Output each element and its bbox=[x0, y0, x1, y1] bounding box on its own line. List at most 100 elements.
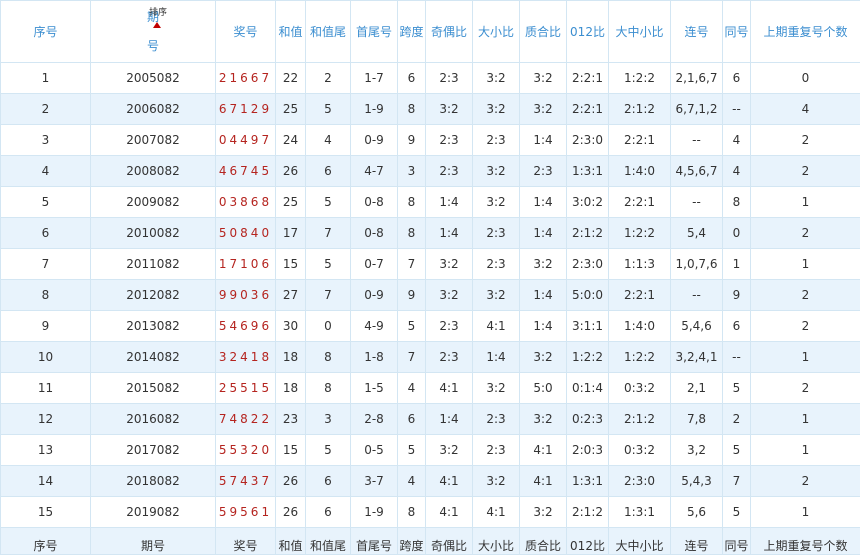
cell-seq: 15 bbox=[0, 496, 91, 528]
footer-draw: 奖号 bbox=[215, 527, 276, 555]
cell-big-mid-small: 2:3:0 bbox=[608, 465, 671, 497]
cell-sum-tail: 4 bbox=[305, 124, 351, 156]
cell-consecutive: 5,4 bbox=[670, 217, 723, 249]
table-row: 7 2011082 17106 15 5 0-7 7 3:2 2:3 3:2 2:3:0 1:1:3 1… bbox=[0, 248, 860, 280]
cell-ratio012: 3:0:2 bbox=[566, 186, 609, 218]
cell-big-small: 4:1 bbox=[472, 310, 520, 342]
lottery-history-table: 序号 期 号 排序 奖号 和值 和值尾 首尾号 跨度 奇偶比 大小比 质合比 0… bbox=[0, 0, 860, 555]
cell-big-mid-small: 2:1:2 bbox=[608, 403, 671, 435]
footer-consecutive: 连号 bbox=[670, 527, 723, 555]
cell-repeat-prev: 1 bbox=[750, 186, 860, 218]
cell-span: 5 bbox=[397, 310, 426, 342]
cell-prime-comp: 1:4 bbox=[519, 186, 567, 218]
cell-issue: 2005082 bbox=[90, 62, 216, 94]
cell-big-mid-small: 1:3:1 bbox=[608, 496, 671, 528]
cell-draw: 55320 bbox=[215, 434, 276, 466]
col-header-repeat-prev: 上期重复号个数 bbox=[750, 0, 860, 63]
table-footer-row: 序号 期号 奖号 和值 和值尾 首尾号 跨度 奇偶比 大小比 质合比 012比 … bbox=[0, 527, 860, 555]
cell-big-small: 2:3 bbox=[472, 434, 520, 466]
cell-repeat-prev: 1 bbox=[750, 496, 860, 528]
table-row: 4 2008082 46745 26 6 4-7 3 2:3 3:2 2:3 1:3:1 1:4:0 4… bbox=[0, 155, 860, 187]
cell-first-last: 3-7 bbox=[350, 465, 398, 497]
col-header-same: 同号 bbox=[722, 0, 751, 63]
cell-same: 2 bbox=[722, 403, 751, 435]
cell-seq: 7 bbox=[0, 248, 91, 280]
cell-same: 6 bbox=[722, 62, 751, 94]
cell-big-small: 2:3 bbox=[472, 124, 520, 156]
cell-same: 5 bbox=[722, 496, 751, 528]
table-header-row: 序号 期 号 排序 奖号 和值 和值尾 首尾号 跨度 奇偶比 大小比 质合比 0… bbox=[0, 0, 860, 63]
cell-draw: 67129 bbox=[215, 93, 276, 125]
cell-ratio012: 5:0:0 bbox=[566, 279, 609, 311]
footer-sum: 和值 bbox=[275, 527, 306, 555]
cell-big-small: 2:3 bbox=[472, 217, 520, 249]
cell-issue: 2008082 bbox=[90, 155, 216, 187]
cell-big-mid-small: 2:1:2 bbox=[608, 93, 671, 125]
cell-first-last: 1-9 bbox=[350, 496, 398, 528]
cell-sum: 30 bbox=[275, 310, 306, 342]
cell-seq: 11 bbox=[0, 372, 91, 404]
cell-seq: 5 bbox=[0, 186, 91, 218]
cell-ratio012: 3:1:1 bbox=[566, 310, 609, 342]
sort-link[interactable]: 排序 bbox=[149, 8, 167, 19]
table-row: 11 2015082 25515 18 8 1-5 4 4:1 3:2 5:0 0:1:4 0:3:2… bbox=[0, 372, 860, 404]
table-row: 13 2017082 55320 15 5 0-5 5 3:2 2:3 4:1 2:0:3 0:3:2… bbox=[0, 434, 860, 466]
cell-sum-tail: 6 bbox=[305, 465, 351, 497]
cell-odd-even: 1:4 bbox=[425, 186, 473, 218]
cell-big-mid-small: 1:4:0 bbox=[608, 310, 671, 342]
cell-span: 9 bbox=[397, 124, 426, 156]
cell-draw: 25515 bbox=[215, 372, 276, 404]
cell-first-last: 1-7 bbox=[350, 62, 398, 94]
cell-repeat-prev: 1 bbox=[750, 434, 860, 466]
cell-span: 7 bbox=[397, 341, 426, 373]
cell-draw: 46745 bbox=[215, 155, 276, 187]
cell-same: 7 bbox=[722, 465, 751, 497]
footer-repeat-prev: 上期重复号个数 bbox=[750, 527, 860, 555]
cell-span: 8 bbox=[397, 217, 426, 249]
cell-seq: 8 bbox=[0, 279, 91, 311]
cell-sum: 15 bbox=[275, 248, 306, 280]
cell-consecutive: 1,0,7,6 bbox=[670, 248, 723, 280]
footer-span: 跨度 bbox=[397, 527, 426, 555]
cell-sum: 18 bbox=[275, 341, 306, 373]
col-header-seq: 序号 bbox=[0, 0, 91, 63]
cell-first-last: 1-5 bbox=[350, 372, 398, 404]
cell-first-last: 1-8 bbox=[350, 341, 398, 373]
cell-same: 6 bbox=[722, 310, 751, 342]
footer-seq: 序号 bbox=[0, 527, 91, 555]
cell-prime-comp: 4:1 bbox=[519, 434, 567, 466]
cell-same: 4 bbox=[722, 155, 751, 187]
cell-sum: 17 bbox=[275, 217, 306, 249]
cell-sum: 26 bbox=[275, 496, 306, 528]
table-row: 3 2007082 04497 24 4 0-9 9 2:3 2:3 1:4 2:3:0 2:2:1-… bbox=[0, 124, 860, 156]
cell-ratio012: 1:2:2 bbox=[566, 341, 609, 373]
cell-ratio012: 2:3:0 bbox=[566, 248, 609, 280]
cell-prime-comp: 2:3 bbox=[519, 155, 567, 187]
cell-big-small: 3:2 bbox=[472, 465, 520, 497]
cell-odd-even: 3:2 bbox=[425, 248, 473, 280]
cell-seq: 12 bbox=[0, 403, 91, 435]
col-header-first-last: 首尾号 bbox=[350, 0, 398, 63]
cell-big-small: 1:4 bbox=[472, 341, 520, 373]
cell-sum-tail: 8 bbox=[305, 372, 351, 404]
cell-big-small: 3:2 bbox=[472, 93, 520, 125]
footer-ratio012: 012比 bbox=[566, 527, 609, 555]
cell-repeat-prev: 1 bbox=[750, 248, 860, 280]
cell-repeat-prev: 2 bbox=[750, 372, 860, 404]
cell-big-small: 2:3 bbox=[472, 248, 520, 280]
cell-span: 4 bbox=[397, 372, 426, 404]
cell-seq: 14 bbox=[0, 465, 91, 497]
cell-sum: 15 bbox=[275, 434, 306, 466]
cell-draw: 54696 bbox=[215, 310, 276, 342]
cell-repeat-prev: 0 bbox=[750, 62, 860, 94]
cell-sum: 26 bbox=[275, 465, 306, 497]
cell-same: 9 bbox=[722, 279, 751, 311]
cell-prime-comp: 1:4 bbox=[519, 217, 567, 249]
cell-seq: 9 bbox=[0, 310, 91, 342]
cell-odd-even: 2:3 bbox=[425, 341, 473, 373]
cell-issue: 2013082 bbox=[90, 310, 216, 342]
cell-same: -- bbox=[722, 93, 751, 125]
cell-first-last: 1-9 bbox=[350, 93, 398, 125]
sort-up-arrow-icon[interactable] bbox=[153, 22, 161, 28]
cell-issue: 2019082 bbox=[90, 496, 216, 528]
